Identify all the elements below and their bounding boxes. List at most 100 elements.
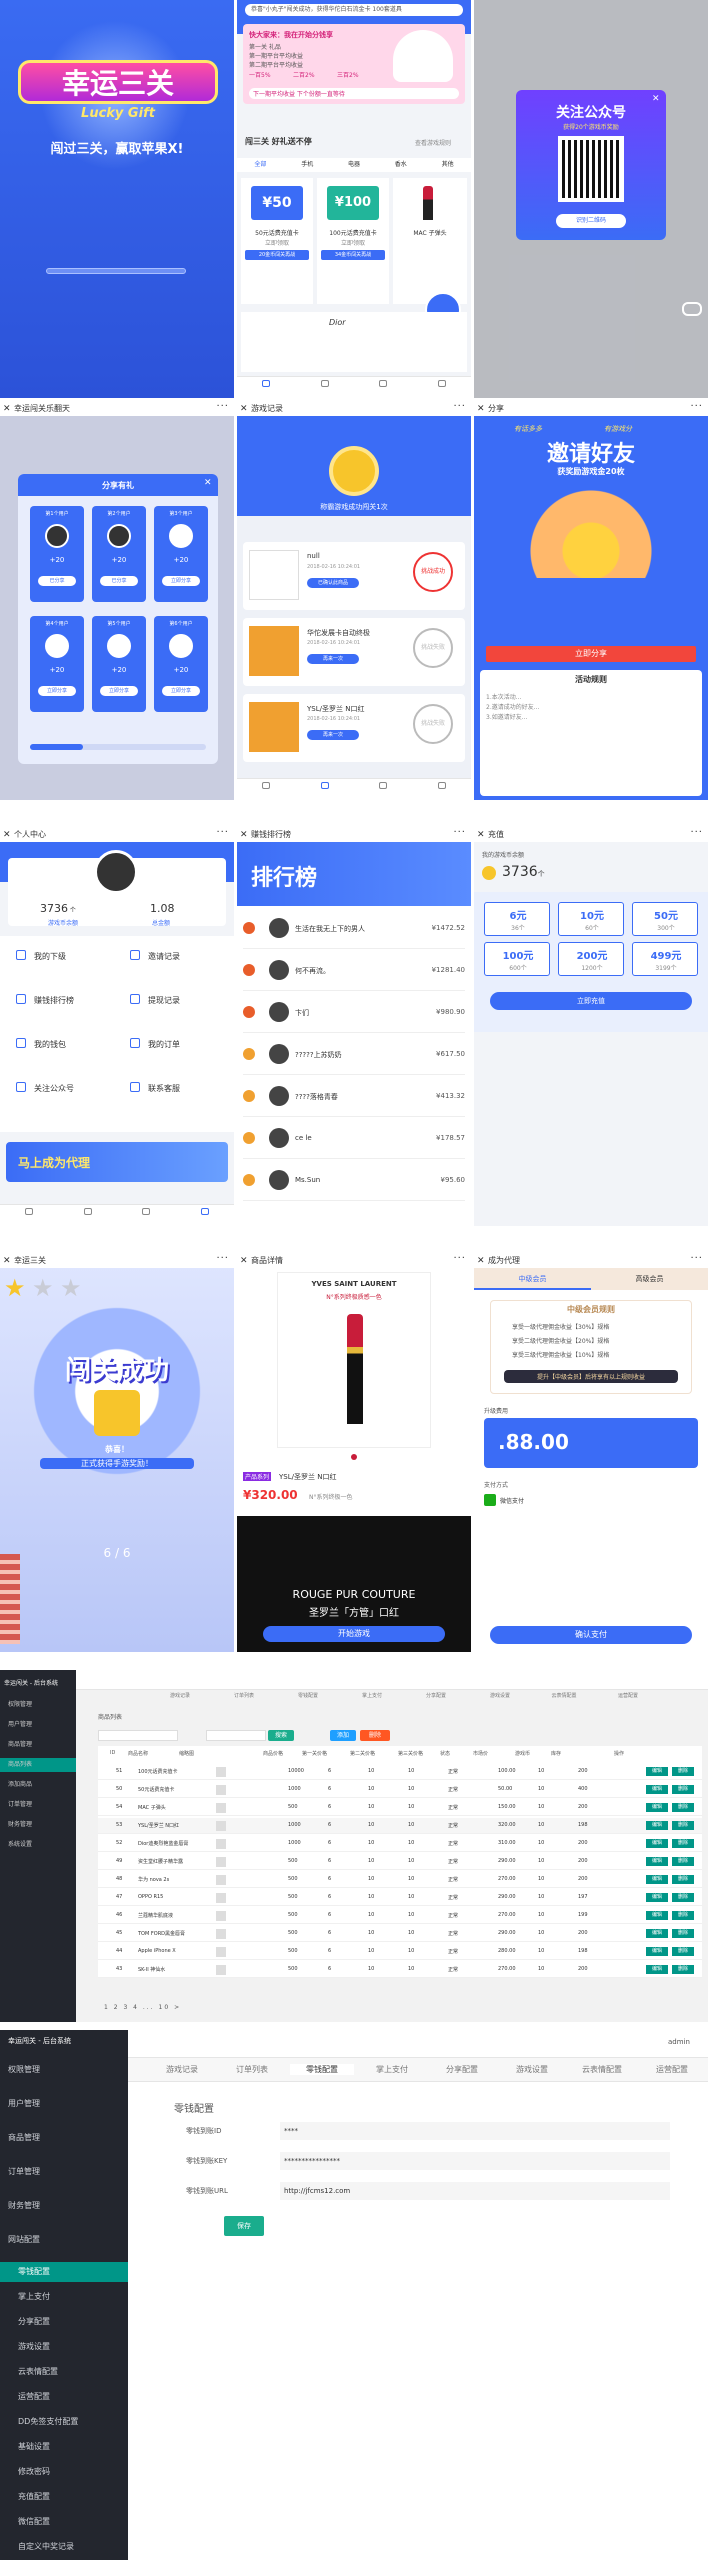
nav-share[interactable] (354, 377, 413, 398)
delete-row-button[interactable]: 删除 (672, 1803, 694, 1812)
confirm-pay-button[interactable]: 确认支付 (490, 1626, 692, 1644)
nav-share[interactable] (354, 779, 413, 800)
sidebar-item[interactable]: 网站配置 (0, 2230, 128, 2250)
delete-row-button[interactable]: 删除 (672, 1875, 694, 1884)
sidebar-item[interactable]: 基础设置 (0, 2437, 128, 2457)
delete-row-button[interactable]: 删除 (672, 1893, 694, 1902)
product-card-1[interactable]: ¥50 50元话费充值卡 立即领取 20金币闯关再战 (241, 178, 313, 304)
nav-home[interactable] (237, 377, 296, 398)
sidebar-item[interactable]: 商品管理 (0, 1738, 76, 1752)
sidebar-item[interactable]: 添加商品 (0, 1778, 76, 1792)
recharge-option[interactable]: 10元 60个 (558, 902, 624, 936)
delete-row-button[interactable]: 删除 (672, 1767, 694, 1776)
tab[interactable]: 云表情配置 (534, 1692, 594, 1699)
sidebar-item[interactable]: 云表情配置 (0, 2362, 128, 2382)
close-icon[interactable]: ✕ (240, 828, 248, 842)
tab[interactable]: 掌上支付 (360, 2064, 424, 2075)
cat-tab-other[interactable]: 其他 (424, 158, 471, 172)
sidebar-item[interactable]: 财务管理 (0, 2196, 128, 2216)
more-icon[interactable]: ··· (690, 402, 703, 414)
menu-item[interactable]: 联系客服 (148, 1083, 180, 1094)
edit-button[interactable]: 编辑 (646, 1875, 668, 1884)
close-icon[interactable]: ✕ (3, 1254, 11, 1268)
tab[interactable]: 运营配置 (640, 2064, 704, 2075)
tab[interactable]: 掌上支付 (342, 1692, 402, 1699)
delete-row-button[interactable]: 删除 (672, 1785, 694, 1794)
tab[interactable]: 分享配置 (406, 1692, 466, 1699)
sidebar-item[interactable]: 商品管理 (0, 2128, 128, 2148)
search-button[interactable]: 搜索 (268, 1730, 294, 1741)
tab[interactable]: 订单列表 (214, 1692, 274, 1699)
sidebar-item[interactable]: 微信配置 (0, 2512, 128, 2532)
cat-tab-all[interactable]: 全部 (237, 158, 284, 172)
record-action-button[interactable]: 再来一次 (307, 730, 359, 740)
wallet-key-input[interactable]: **************** (280, 2152, 670, 2170)
pay-method[interactable]: 微信支付 (500, 1496, 524, 1505)
admin-user[interactable]: admin (668, 2038, 690, 2046)
save-button[interactable]: 保存 (224, 2216, 264, 2236)
close-icon[interactable]: ✕ (3, 402, 11, 416)
more-icon[interactable]: ··· (216, 1254, 229, 1266)
sidebar-item[interactable]: 用户管理 (0, 2094, 128, 2114)
nav-share[interactable] (117, 1205, 176, 1226)
delete-row-button[interactable]: 删除 (672, 1947, 694, 1956)
recharge-button[interactable]: 立即充值 (490, 992, 692, 1010)
close-icon[interactable]: ✕ (477, 402, 485, 416)
recharge-option[interactable]: 100元 600个 (484, 942, 550, 976)
sidebar-item[interactable]: 分享配置 (0, 2312, 128, 2332)
cat-tab-appliance[interactable]: 电器 (331, 158, 378, 172)
record-action-button[interactable]: 再来一次 (307, 654, 359, 664)
nav-record[interactable] (296, 377, 355, 398)
tab[interactable]: 游戏记录 (150, 2064, 214, 2075)
menu-item[interactable]: 赚钱排行榜 (34, 995, 74, 1006)
edit-button[interactable]: 编辑 (646, 1785, 668, 1794)
edit-button[interactable]: 编辑 (646, 1929, 668, 1938)
delete-row-button[interactable]: 删除 (672, 1821, 694, 1830)
more-icon[interactable]: ··· (453, 828, 466, 840)
sidebar-item[interactable]: 充值配置 (0, 2487, 128, 2507)
sidebar-item[interactable]: 财务管理 (0, 1818, 76, 1832)
tab[interactable]: 零钱配置 (278, 1692, 338, 1699)
search-input[interactable] (98, 1730, 178, 1741)
share-slot-button[interactable]: 已分享 (100, 576, 138, 586)
sidebar-item[interactable]: 零钱配置 (0, 2262, 128, 2282)
menu-item[interactable]: 我的钱包 (34, 1039, 66, 1050)
edit-button[interactable]: 编辑 (646, 1947, 668, 1956)
share-slot-button[interactable]: 已分享 (38, 576, 76, 586)
nav-home[interactable] (237, 779, 296, 800)
more-icon[interactable]: ··· (453, 1254, 466, 1266)
close-icon[interactable]: ✕ (204, 478, 212, 488)
edit-button[interactable]: 编辑 (646, 1911, 668, 1920)
tab[interactable]: 运营配置 (598, 1692, 658, 1699)
close-icon[interactable]: ✕ (477, 828, 485, 842)
tab[interactable]: 云表情配置 (570, 2064, 634, 2075)
delete-row-button[interactable]: 删除 (672, 1911, 694, 1920)
nav-profile[interactable] (413, 779, 472, 800)
start-game-button[interactable]: 开始游戏 (263, 1626, 445, 1642)
delete-button[interactable]: 删除 (360, 1730, 390, 1741)
record-action-button[interactable]: 已确认此商品 (307, 578, 359, 588)
tab[interactable]: 游戏设置 (470, 1692, 530, 1699)
sidebar-item[interactable]: 权限管理 (0, 2060, 128, 2080)
nav-record[interactable] (296, 779, 355, 800)
tab-mid-member[interactable]: 中级会员 (474, 1268, 591, 1290)
nav-record[interactable] (59, 1205, 118, 1226)
more-icon[interactable]: ··· (690, 1254, 703, 1266)
share-slot-button[interactable]: 立即分享 (162, 686, 200, 696)
edit-button[interactable]: 编辑 (646, 1803, 668, 1812)
menu-item[interactable]: 我的订单 (148, 1039, 180, 1050)
recharge-option[interactable]: 6元 36个 (484, 902, 550, 936)
menu-item[interactable]: 我的下级 (34, 951, 66, 962)
close-icon[interactable]: ✕ (240, 1254, 248, 1268)
sidebar-item[interactable]: 商品列表 (0, 1758, 76, 1772)
menu-item[interactable]: 关注公众号 (34, 1083, 74, 1094)
product-card-2[interactable]: ¥100 100元话费充值卡 立即领取 34金币闯关再战 (317, 178, 389, 304)
more-icon[interactable]: ··· (216, 828, 229, 840)
wallet-id-input[interactable]: **** (280, 2122, 670, 2140)
recharge-option[interactable]: 499元 3199个 (632, 942, 698, 976)
recharge-option[interactable]: 50元 300个 (632, 902, 698, 936)
tab[interactable]: 零钱配置 (290, 2064, 354, 2075)
share-slot-button[interactable]: 立即分享 (38, 686, 76, 696)
close-icon[interactable]: ✕ (240, 402, 248, 416)
rules-link[interactable]: 查看游戏规则 (415, 138, 451, 147)
